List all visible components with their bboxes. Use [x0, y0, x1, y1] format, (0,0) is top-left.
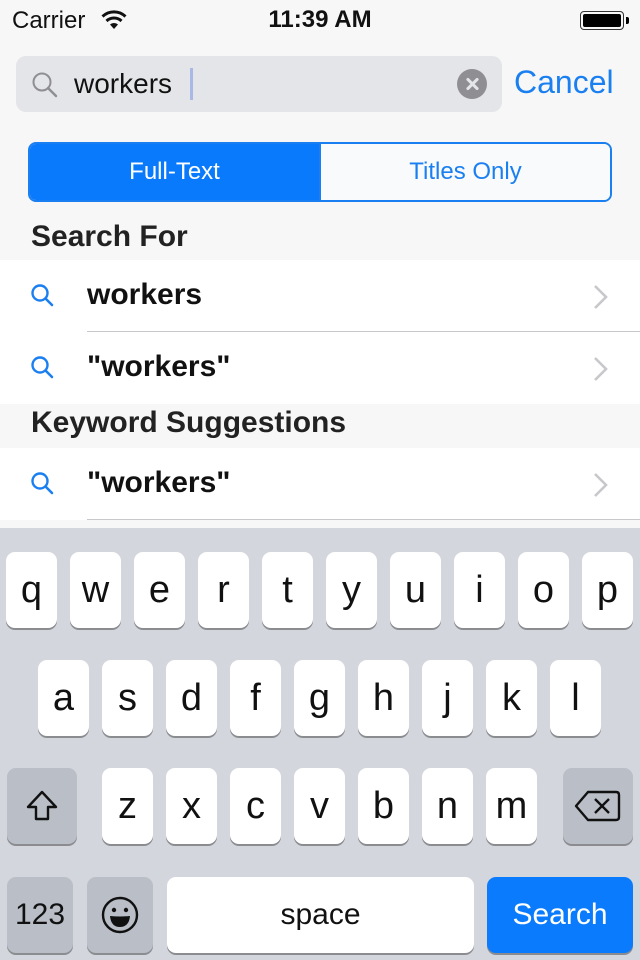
key-g[interactable]: g	[294, 660, 345, 736]
search-icon	[31, 356, 54, 379]
key-c[interactable]: c	[230, 768, 281, 844]
cancel-button[interactable]: Cancel	[514, 64, 614, 101]
shift-icon	[26, 790, 58, 821]
key-k[interactable]: k	[486, 660, 537, 736]
key-r[interactable]: r	[198, 552, 249, 628]
chevron-right-icon	[594, 357, 608, 381]
key-p[interactable]: p	[582, 552, 633, 628]
search-icon	[31, 284, 54, 307]
key-z[interactable]: z	[102, 768, 153, 844]
key-u[interactable]: u	[390, 552, 441, 628]
list-item-label: "workers"	[87, 350, 231, 383]
search-input[interactable]	[74, 64, 454, 104]
section-title: Keyword Suggestions	[31, 406, 347, 439]
numbers-key[interactable]: 123	[7, 877, 73, 953]
list-item-label: workers	[87, 278, 203, 311]
backspace-icon	[574, 790, 621, 822]
search-scope-control: Full-Text Titles Only	[28, 142, 612, 202]
key-n[interactable]: n	[422, 768, 473, 844]
space-key[interactable]: space	[167, 877, 474, 953]
segment-full-text[interactable]: Full-Text	[30, 144, 319, 200]
key-l[interactable]: l	[550, 660, 601, 736]
battery-icon	[580, 11, 624, 30]
key-i[interactable]: i	[454, 552, 505, 628]
search-icon	[31, 472, 54, 495]
key-s[interactable]: s	[102, 660, 153, 736]
key-j[interactable]: j	[422, 660, 473, 736]
key-e[interactable]: e	[134, 552, 185, 628]
search-return-key[interactable]: Search	[487, 877, 633, 953]
key-v[interactable]: v	[294, 768, 345, 844]
key-h[interactable]: h	[358, 660, 409, 736]
key-o[interactable]: o	[518, 552, 569, 628]
keyboard: qwertyuiop asdfghjkl zxcvbnm 123 space S…	[0, 528, 640, 960]
row-separator	[87, 518, 640, 520]
clock: 11:39 AM	[268, 6, 372, 33]
section-header-keyword-suggestions: Keyword Suggestions	[0, 404, 640, 448]
key-x[interactable]: x	[166, 768, 217, 844]
chevron-right-icon	[594, 473, 608, 497]
clear-circle-icon[interactable]	[457, 69, 487, 99]
list-item[interactable]: "workers"	[0, 332, 640, 404]
key-t[interactable]: t	[262, 552, 313, 628]
key-f[interactable]: f	[230, 660, 281, 736]
status-bar: Carrier 11:39 AM	[0, 0, 640, 40]
search-field[interactable]	[16, 56, 502, 112]
key-b[interactable]: b	[358, 768, 409, 844]
key-w[interactable]: w	[70, 552, 121, 628]
magnifier-icon	[32, 72, 58, 98]
shift-key[interactable]	[7, 768, 77, 844]
list-item-label: "workers"	[87, 466, 231, 499]
key-d[interactable]: d	[166, 660, 217, 736]
key-y[interactable]: y	[326, 552, 377, 628]
key-a[interactable]: a	[38, 660, 89, 736]
section-header-search-for: Search For	[0, 218, 640, 260]
emoji-key[interactable]	[87, 877, 153, 953]
list-item[interactable]: workers	[0, 260, 640, 332]
chevron-right-icon	[594, 285, 608, 309]
text-caret	[190, 68, 193, 100]
list-item[interactable]: "workers"	[0, 448, 640, 520]
emoji-icon	[101, 896, 139, 934]
battery-tip	[626, 17, 629, 24]
key-m[interactable]: m	[486, 768, 537, 844]
delete-key[interactable]	[563, 768, 633, 844]
segment-titles-only[interactable]: Titles Only	[319, 144, 610, 200]
section-title: Search For	[31, 220, 188, 253]
key-q[interactable]: q	[6, 552, 57, 628]
